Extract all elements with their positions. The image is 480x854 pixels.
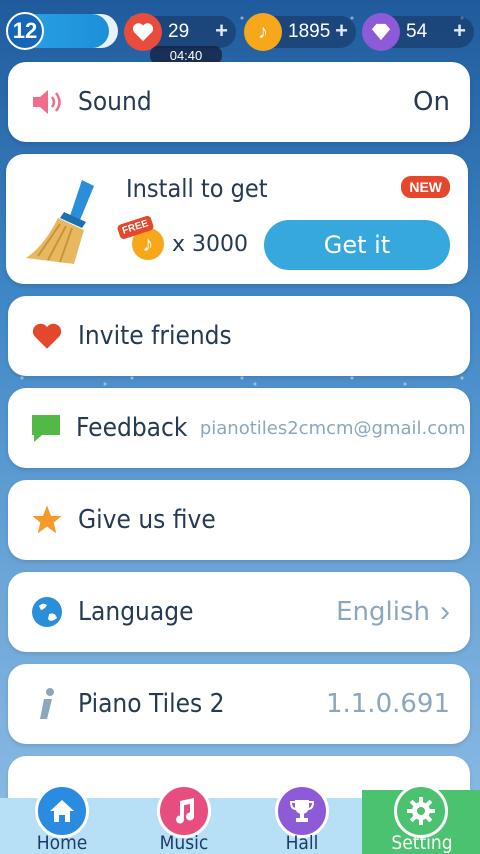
star-icon xyxy=(30,503,64,537)
gear-icon xyxy=(394,784,448,838)
lives-counter[interactable]: 29 + xyxy=(124,13,236,51)
invite-label: Invite friends xyxy=(78,321,232,351)
nav-music[interactable]: Music xyxy=(124,784,244,854)
app-version: 1.1.0.691 xyxy=(325,689,450,719)
install-title: Install to get xyxy=(126,174,268,203)
app-name-label: Piano Tiles 2 xyxy=(78,689,225,719)
feedback-row[interactable]: Feedback pianotiles2cmcm@gmail.com xyxy=(8,388,470,468)
add-lives-button[interactable]: + xyxy=(215,18,228,44)
info-icon xyxy=(30,687,64,721)
speaker-icon xyxy=(30,85,64,119)
level-badge: 12 xyxy=(6,12,44,50)
broom-icon xyxy=(26,180,94,264)
gems-counter[interactable]: 54 + xyxy=(362,13,474,51)
sound-label: Sound xyxy=(78,87,152,117)
invite-friends-row[interactable]: Invite friends xyxy=(8,296,470,376)
nav-setting[interactable]: Setting xyxy=(362,784,480,854)
nav-hall-label: Hall xyxy=(285,832,319,854)
nav-music-label: Music xyxy=(159,832,209,854)
reward-amount: x 3000 xyxy=(172,232,249,257)
rate-row[interactable]: Give us five xyxy=(8,480,470,560)
trophy-icon xyxy=(275,784,329,838)
bottom-nav: Home Music Hall Setting xyxy=(0,784,480,854)
music-note-icon xyxy=(157,784,211,838)
gems-value: 54 xyxy=(406,21,428,42)
globe-icon xyxy=(30,595,64,629)
diamond-icon xyxy=(362,13,400,51)
sound-setting[interactable]: Sound On xyxy=(8,62,470,142)
nav-setting-label: Setting xyxy=(391,832,453,854)
language-value: English xyxy=(336,597,430,627)
language-row[interactable]: Language English › xyxy=(8,572,470,652)
chevron-right-icon: › xyxy=(440,595,450,628)
about-row: Piano Tiles 2 1.1.0.691 xyxy=(8,664,470,744)
sound-value[interactable]: On xyxy=(413,87,450,117)
language-label: Language xyxy=(78,597,194,627)
feedback-email: pianotiles2cmcm@gmail.com xyxy=(199,417,466,439)
status-bar: 12 29 + 04:40 ♪ 1895 + 54 + xyxy=(0,0,480,64)
coins-value: 1895 xyxy=(288,21,331,42)
install-offer-card: Install to get NEW FREE ♪ x 3000 Get it xyxy=(6,154,468,284)
chat-icon xyxy=(30,411,62,445)
new-badge: NEW xyxy=(401,176,450,198)
rate-label: Give us five xyxy=(78,505,216,535)
add-coins-button[interactable]: + xyxy=(335,18,348,44)
coin-icon: ♪ xyxy=(244,13,282,51)
heart-icon xyxy=(30,319,64,353)
nav-home[interactable]: Home xyxy=(2,784,122,854)
feedback-label: Feedback xyxy=(76,413,188,443)
get-it-button[interactable]: Get it xyxy=(264,220,450,270)
add-gems-button[interactable]: + xyxy=(453,18,466,44)
coins-counter[interactable]: ♪ 1895 + xyxy=(244,13,356,51)
lives-value: 29 xyxy=(168,21,190,42)
home-icon xyxy=(35,784,89,838)
nav-hall[interactable]: Hall xyxy=(242,784,362,854)
nav-home-label: Home xyxy=(36,832,88,854)
